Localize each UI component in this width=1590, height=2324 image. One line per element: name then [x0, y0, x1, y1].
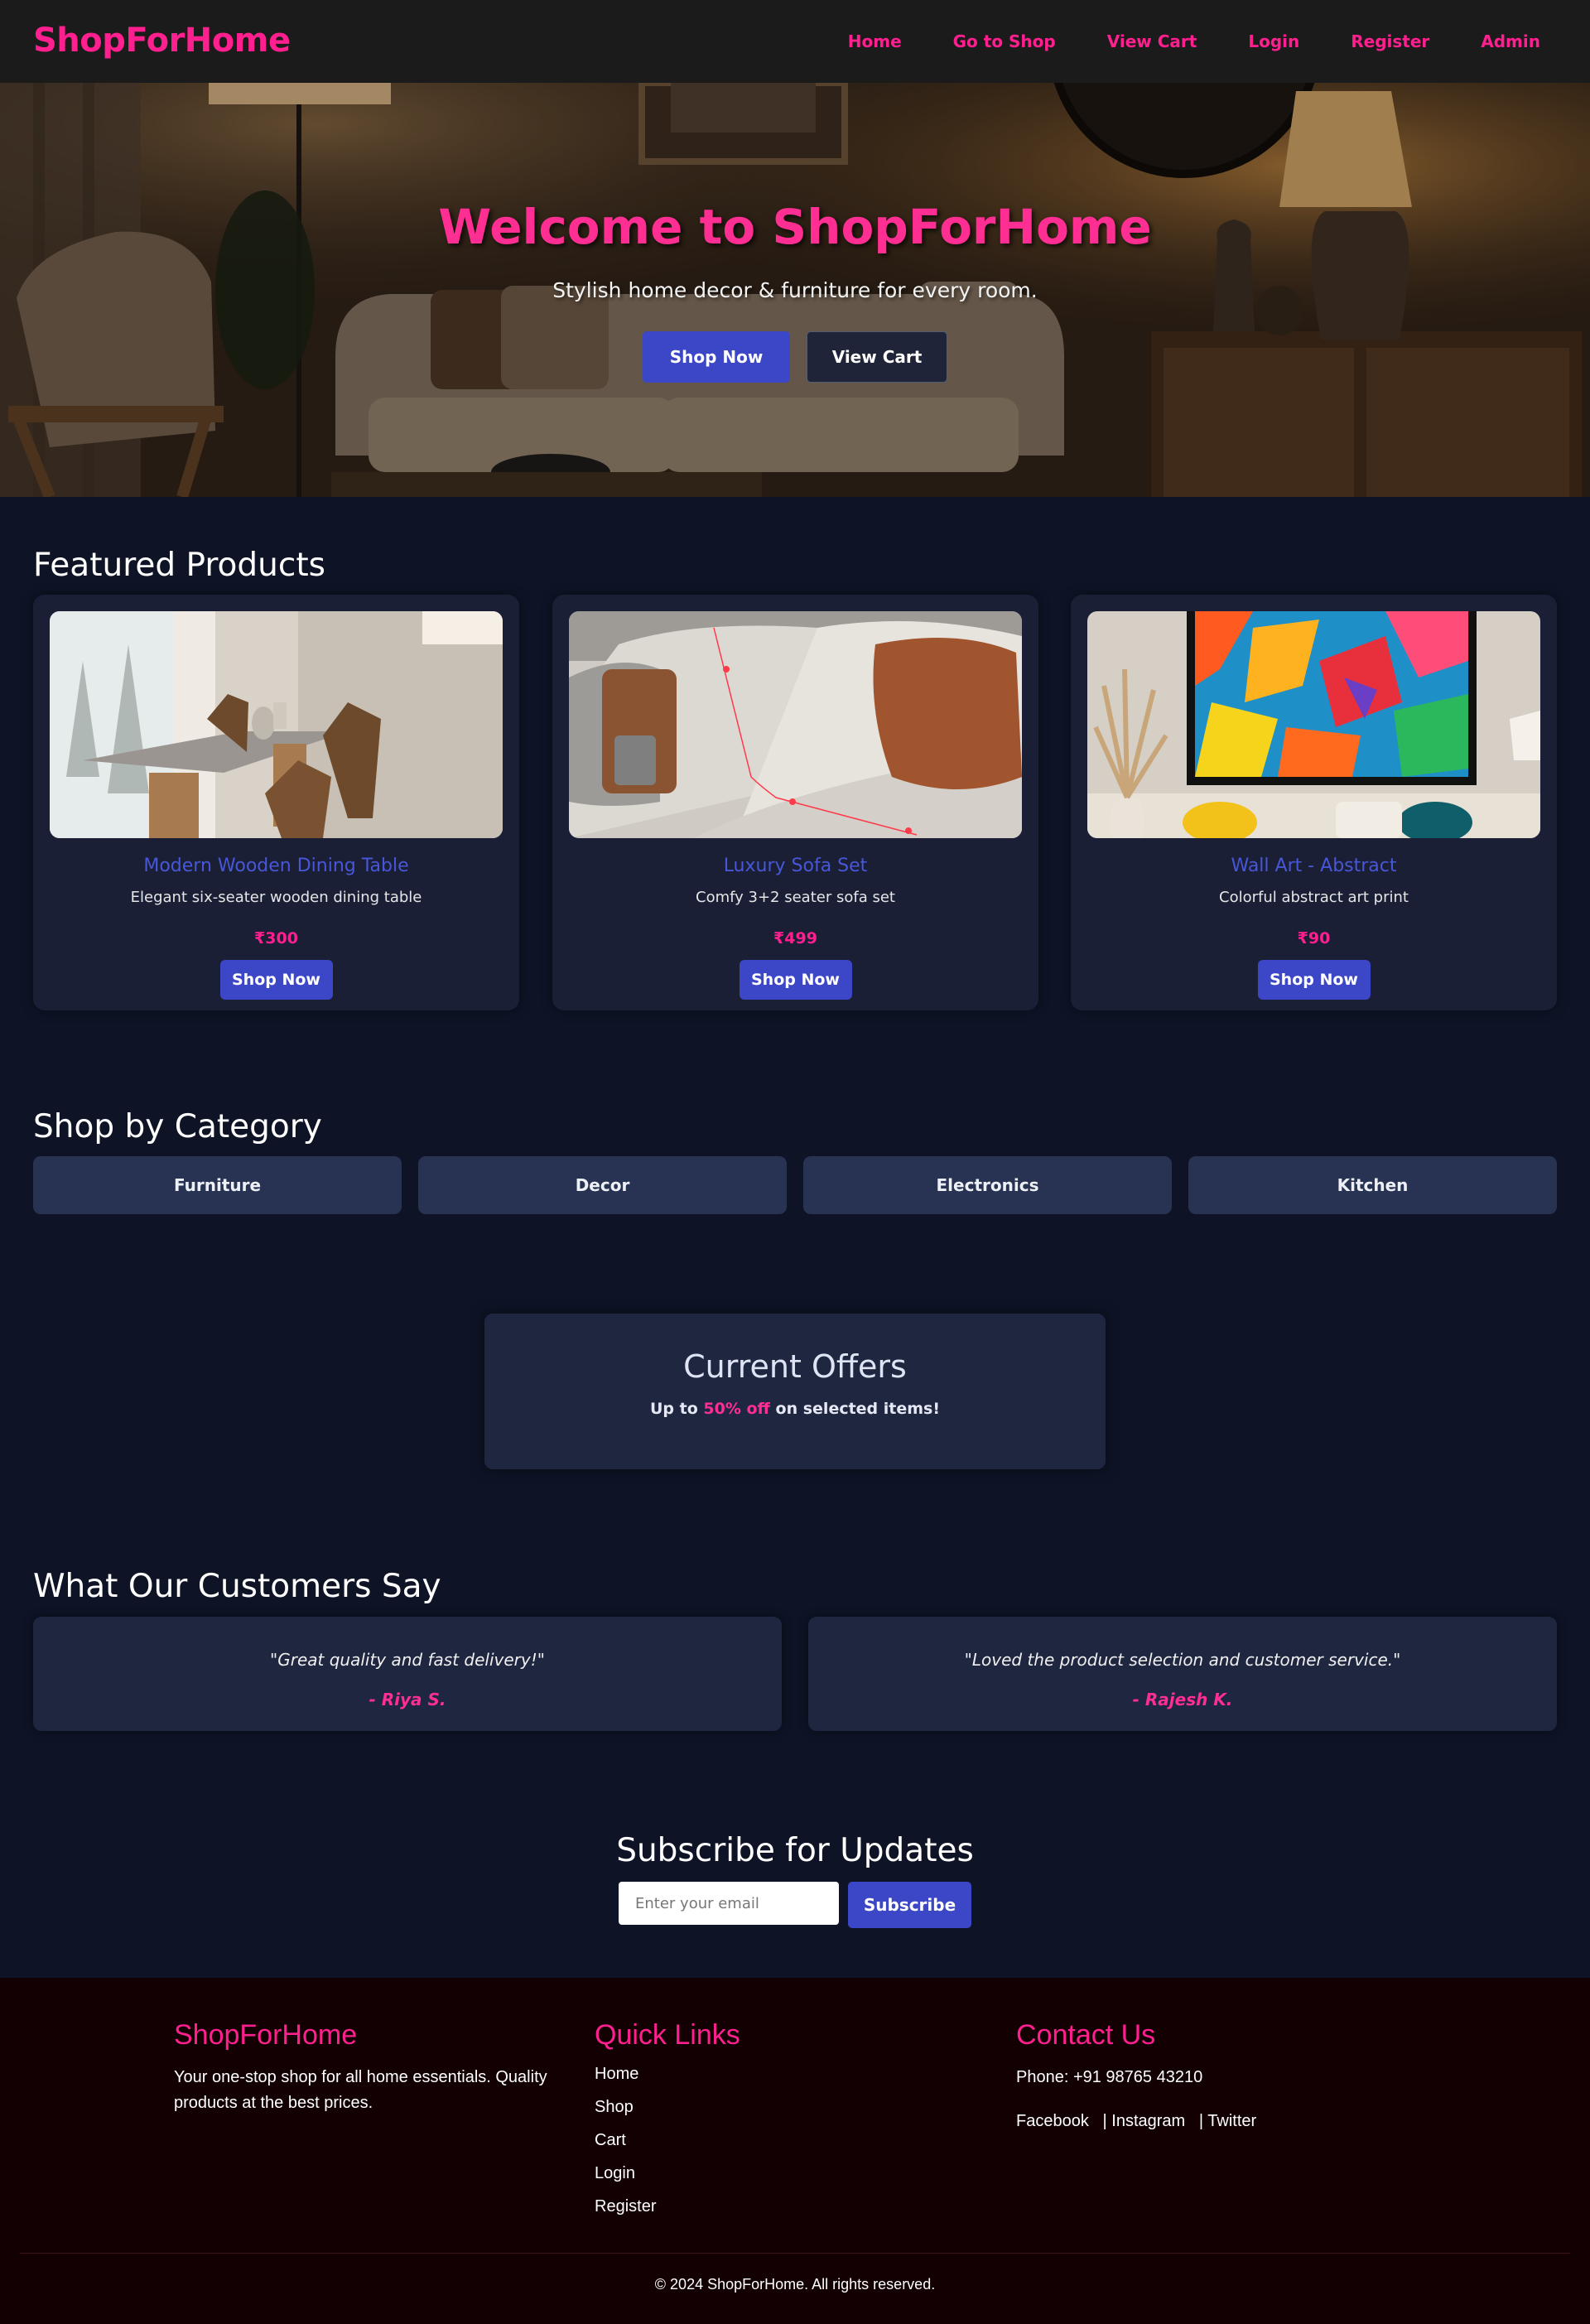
shop-by-category-title: Shop by Category: [33, 1108, 322, 1145]
product-name[interactable]: Luxury Sofa Set: [552, 856, 1038, 876]
top-navbar: ShopForHome Home Go to Shop View Cart Lo…: [0, 0, 1590, 83]
product-shop-now-button[interactable]: Shop Now: [739, 960, 852, 1000]
nav-link-shop[interactable]: Go to Shop: [953, 31, 1056, 51]
product-shop-now-button[interactable]: Shop Now: [1257, 960, 1371, 1000]
testimonial-quote: "Loved the product selection and custome…: [964, 1650, 1401, 1670]
wall-art-image[interactable]: [1087, 611, 1540, 838]
subscribe-email-input[interactable]: [619, 1882, 839, 1925]
brand-logo[interactable]: ShopForHome: [33, 22, 291, 60]
hero-subtitle: Stylish home decor & furniture for every…: [552, 278, 1038, 302]
product-description: Colorful abstract art print: [1219, 889, 1409, 906]
testimonial-quote: "Great quality and fast delivery!": [270, 1650, 545, 1670]
product-price: ₹300: [254, 929, 298, 947]
sofa-image[interactable]: [569, 611, 1022, 838]
product-name[interactable]: Modern Wooden Dining Table: [33, 856, 519, 876]
product-name[interactable]: Wall Art - Abstract: [1071, 856, 1557, 876]
hero-banner: Welcome to ShopForHome Stylish home deco…: [0, 83, 1590, 497]
nav-links: Home Go to Shop View Cart Login Register…: [797, 31, 1540, 51]
footer-link-login[interactable]: Login: [595, 2164, 740, 2184]
product-price: ₹499: [773, 929, 817, 947]
testimonial-author: - Riya S.: [369, 1690, 446, 1709]
nav-link-login[interactable]: Login: [1248, 31, 1299, 51]
footer-facebook-link[interactable]: Facebook: [1016, 2112, 1089, 2130]
product-card: Luxury Sofa Set Comfy 3+2 seater sofa se…: [552, 595, 1038, 1010]
category-furniture[interactable]: Furniture: [33, 1156, 402, 1214]
subscribe-button[interactable]: Subscribe: [848, 1882, 971, 1928]
footer-divider: [20, 2253, 1570, 2254]
offers-text-after: on selected items!: [769, 1400, 941, 1418]
testimonial-author: - Rajesh K.: [1132, 1690, 1233, 1709]
footer-about-text: Your one-stop shop for all home essentia…: [174, 2068, 547, 2112]
category-electronics[interactable]: Electronics: [803, 1156, 1172, 1214]
nav-link-home[interactable]: Home: [848, 31, 902, 51]
footer-about-column: ShopForHome Your one-stop shop for all h…: [174, 2019, 563, 2116]
hero-buttons: Shop Now View Cart: [0, 331, 1590, 383]
footer-quick-links-title: Quick Links: [595, 2019, 740, 2051]
footer-twitter-link[interactable]: | Twitter: [1199, 2112, 1256, 2130]
footer-social-links: Facebook | Instagram | Twitter: [1016, 2112, 1405, 2131]
category-decor[interactable]: Decor: [418, 1156, 787, 1214]
footer-link-home[interactable]: Home: [595, 2065, 740, 2085]
footer-phone: Phone: +91 98765 43210: [1016, 2068, 1203, 2086]
hero-title: Welcome to ShopForHome: [438, 199, 1152, 255]
testimonial-card: "Great quality and fast delivery!" - Riy…: [33, 1617, 782, 1731]
current-offers-box: Current Offers Up to 50% off on selected…: [484, 1314, 1106, 1469]
offers-text: Up to 50% off on selected items!: [484, 1400, 1106, 1418]
product-description: Comfy 3+2 seater sofa set: [696, 889, 895, 906]
product-description: Elegant six-seater wooden dining table: [130, 889, 422, 906]
featured-products-title: Featured Products: [33, 547, 325, 584]
footer-link-cart[interactable]: Cart: [595, 2131, 740, 2151]
subscribe-title: Subscribe for Updates: [616, 1832, 974, 1869]
offers-text-before: Up to: [649, 1400, 704, 1418]
nav-link-register[interactable]: Register: [1351, 31, 1429, 51]
footer-instagram-link[interactable]: | Instagram: [1103, 2112, 1186, 2130]
footer-brand: ShopForHome: [174, 2019, 358, 2051]
offers-title: Current Offers: [683, 1348, 907, 1385]
category-kitchen[interactable]: Kitchen: [1188, 1156, 1557, 1214]
hero-view-cart-button[interactable]: View Cart: [807, 331, 947, 383]
footer-contact-column: Contact Us Phone: +91 98765 43210 Facebo…: [1016, 2019, 1405, 2131]
footer-link-register[interactable]: Register: [595, 2197, 740, 2217]
product-shop-now-button[interactable]: Shop Now: [219, 960, 333, 1000]
footer-copyright: © 2024 ShopForHome. All rights reserved.: [654, 2276, 936, 2293]
dining-table-image[interactable]: [50, 611, 503, 838]
testimonials-title: What Our Customers Say: [33, 1568, 441, 1605]
footer-quick-links-column: Quick Links Home Shop Cart Login Registe…: [595, 2019, 740, 2217]
product-card: Wall Art - Abstract Colorful abstract ar…: [1071, 595, 1557, 1010]
product-card: Modern Wooden Dining Table Elegant six-s…: [33, 595, 519, 1010]
footer: ShopForHome Your one-stop shop for all h…: [0, 1978, 1590, 2324]
nav-link-cart[interactable]: View Cart: [1107, 31, 1197, 51]
testimonial-card: "Loved the product selection and custome…: [808, 1617, 1557, 1731]
offers-highlight: 50% off: [703, 1400, 770, 1418]
footer-link-shop[interactable]: Shop: [595, 2098, 740, 2118]
hero-shop-now-button[interactable]: Shop Now: [643, 331, 790, 383]
product-price: ₹90: [1297, 929, 1331, 947]
nav-link-admin[interactable]: Admin: [1481, 31, 1540, 51]
footer-contact-title: Contact Us: [1016, 2019, 1156, 2051]
